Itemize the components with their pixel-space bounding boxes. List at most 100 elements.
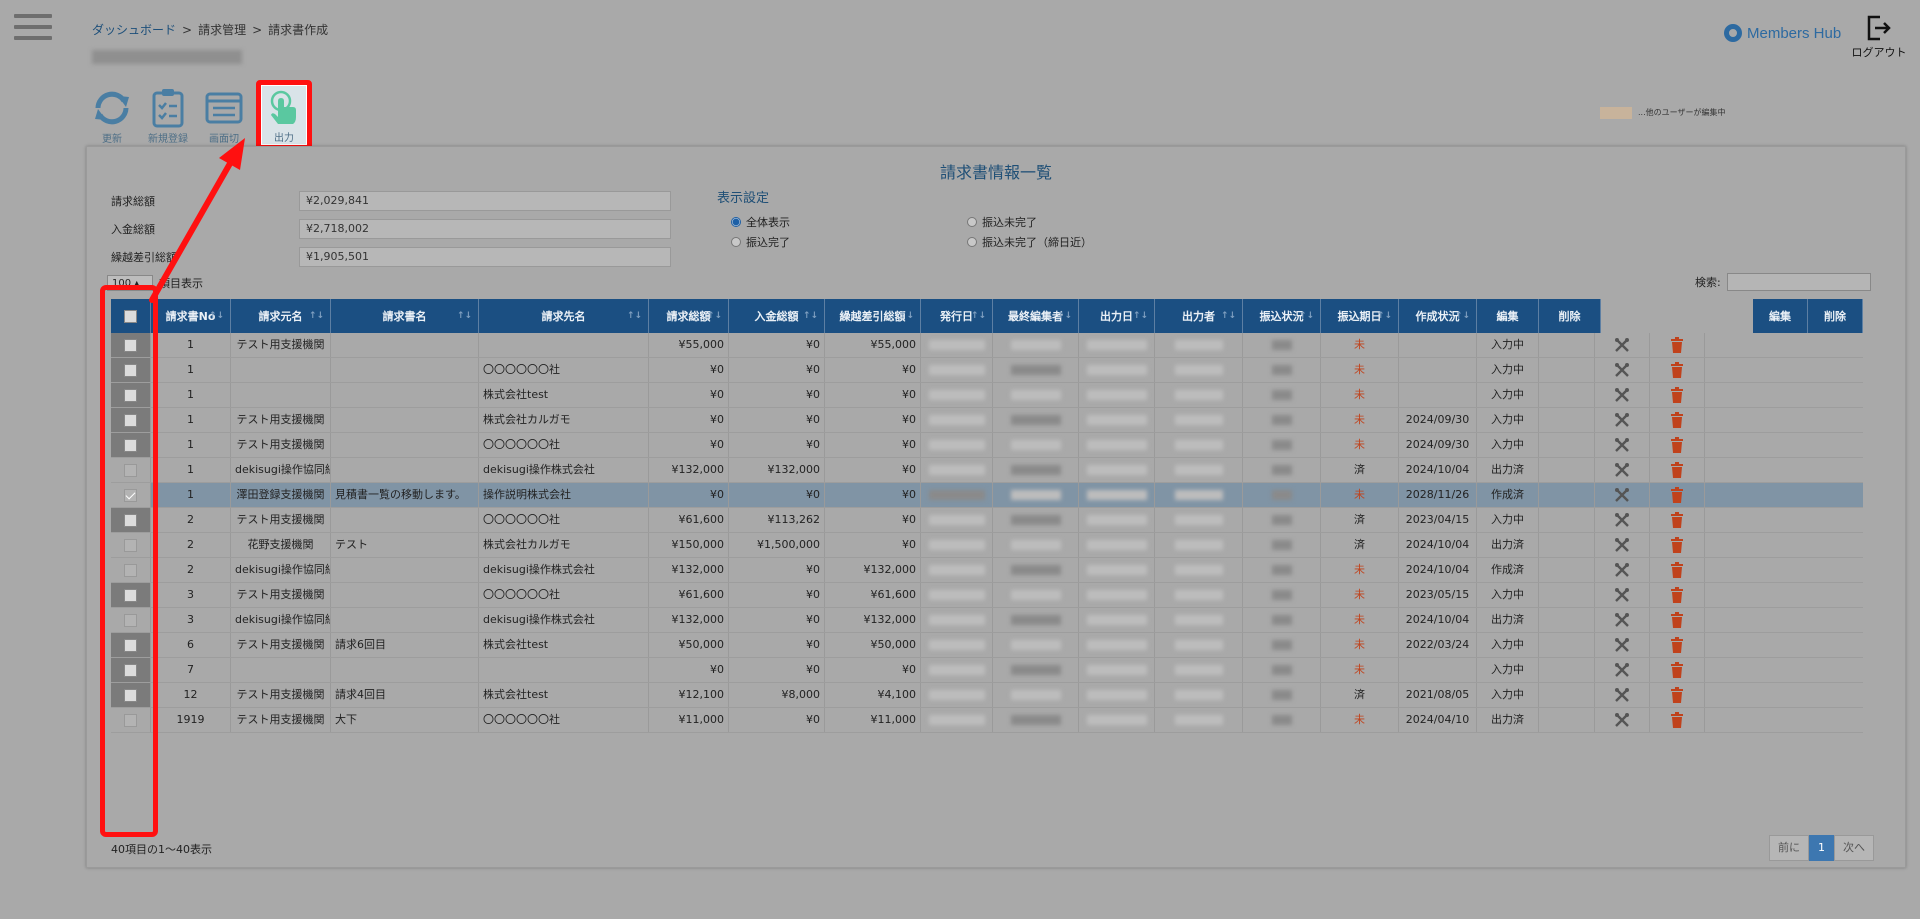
table-row[interactable]: 1 株式会社test ¥0 ¥0 ¥0 未入力中 [111,383,1863,408]
sort-arrows-icon[interactable]: ↑↓ [1377,311,1392,321]
sort-arrows-icon[interactable]: ↑↓ [1221,311,1236,321]
table-row[interactable]: 1 テスト用支援機関 ¥55,000 ¥0 ¥55,000 未 入力中 [111,333,1863,358]
delete-cell[interactable] [1650,683,1705,707]
edit-cell[interactable] [1595,383,1650,407]
delete-cell[interactable] [1650,508,1705,532]
edit-cell[interactable] [1595,558,1650,582]
delete-cell[interactable] [1650,558,1705,582]
column-header[interactable]: 最終編集者 ↑↓ [993,299,1079,333]
column-header[interactable]: 請求総額 ↑↓ [649,299,729,333]
delete-cell[interactable] [1650,533,1705,557]
sort-arrows-icon[interactable]: ↑↓ [1455,311,1470,321]
delete-cell[interactable] [1650,458,1705,482]
table-row[interactable]: 2dekisugi操作協同組合dekisugi操作株式会社¥132,000¥0¥… [111,558,1863,583]
delete-cell[interactable] [1650,383,1705,407]
column-header[interactable]: 出力者 ↑↓ [1155,299,1243,333]
column-header[interactable]: 発行日 ↑↓ [921,299,993,333]
delete-cell[interactable] [1650,708,1705,732]
edit-cell[interactable] [1595,708,1650,732]
edit-cell[interactable] [1595,433,1650,457]
breadcrumb-billing[interactable]: 請求管理 [198,23,246,37]
delete-cell[interactable] [1650,658,1705,682]
sort-arrows-icon[interactable]: ↑↓ [1299,311,1314,321]
creation-status: 入力中 [1477,508,1539,532]
column-header[interactable]: 出力日 ↑↓ [1079,299,1155,333]
sort-arrows-icon[interactable]: ↑↓ [803,311,818,321]
table-row[interactable]: 1 テスト用支援機関 〇〇〇〇〇〇社 ¥0 ¥0 ¥0 未 2024/09/30 入力中 [111,433,1863,458]
pagination-next[interactable]: 次へ [1834,835,1874,861]
edit-cell[interactable] [1595,358,1650,382]
column-header[interactable]: 入金総額 ↑↓ [729,299,825,333]
screen-switch-button[interactable]: 画面切 [196,84,252,148]
breadcrumb-dashboard[interactable]: ダッシュボード [92,23,176,37]
search-input[interactable] [1726,273,1871,291]
table-row[interactable]: 1dekisugi操作協同組合dekisugi操作株式会社¥132,000¥13… [111,458,1863,483]
delete-cell[interactable] [1650,333,1705,357]
sort-arrows-icon[interactable]: ↑↓ [627,311,642,321]
sort-arrows-icon[interactable]: ↑↓ [971,311,986,321]
output-button[interactable]: 出力 [256,80,312,150]
sort-arrows-icon[interactable]: ↑↓ [899,311,914,321]
delete-cell[interactable] [1650,483,1705,507]
edit-cell[interactable] [1595,408,1650,432]
edit-cell[interactable] [1595,483,1650,507]
delete-cell[interactable] [1650,633,1705,657]
delete-cell[interactable] [1650,433,1705,457]
table-row[interactable]: 1919 テスト用支援機関 大下 〇〇〇〇〇〇社 ¥11,000 ¥0 ¥11,000 未 20… [111,708,1863,733]
edit-cell[interactable] [1595,608,1650,632]
new-register-button[interactable]: 新規登録 [140,84,196,148]
edit-cell[interactable] [1595,533,1650,557]
column-header[interactable]: 請求元名 ↑↓ [231,299,331,333]
edit-cell[interactable] [1595,658,1650,682]
delete-cell[interactable] [1650,608,1705,632]
sort-arrows-icon[interactable]: ↑↓ [1057,311,1072,321]
blurred-cell [921,708,993,732]
table-row[interactable]: 1 澤田登録支援機関 見積書一覧の移動します。 操作説明株式会社 ¥0 ¥0 ¥0 未 2028… [111,483,1863,508]
paid-total: ¥0 [729,583,825,607]
edit-cell[interactable] [1595,508,1650,532]
table-row[interactable]: 1 〇〇〇〇〇〇社 ¥0 ¥0 ¥0 未入力中 [111,358,1863,383]
delete-cell[interactable] [1650,408,1705,432]
edit-cell[interactable] [1595,583,1650,607]
radio-label: 全体表示 [746,216,790,229]
column-header[interactable]: 請求書名 ↑↓ [331,299,479,333]
refresh-button[interactable]: 更新 [84,84,140,148]
sort-arrows-icon[interactable]: ↑↓ [309,311,324,321]
table-row[interactable]: 3dekisugi操作協同組合dekisugi操作株式会社¥132,000¥0¥… [111,608,1863,633]
transfer-status: 済 [1321,458,1399,482]
table-row[interactable]: 2 花野支援機関 テスト 株式会社カルガモ ¥150,000 ¥1,500,000 ¥0 済 2… [111,533,1863,558]
table-row[interactable]: 12 テスト用支援機関 請求4回目 株式会社test ¥12,100 ¥8,000 ¥4,1… [111,683,1863,708]
column-header[interactable]: 請求書No ↑↓ [151,299,231,333]
edit-cell[interactable] [1595,683,1650,707]
logo-text: Members Hub [1747,24,1842,42]
table-row[interactable]: 1 テスト用支援機関 株式会社カルガモ ¥0 ¥0 ¥0 未 2024/09/30 入力中 [111,408,1863,433]
column-header[interactable]: 振込期日 ↑↓ [1321,299,1399,333]
sort-arrows-icon[interactable]: ↑↓ [707,311,722,321]
column-header[interactable]: 繰越差引総額 ↑↓ [825,299,921,333]
edit-cell[interactable] [1595,458,1650,482]
radio-unpaid-near-deadline[interactable]: 振込未完了（締日近） [967,234,1167,250]
logout-button[interactable]: ログアウト [1846,14,1912,60]
sort-arrows-icon[interactable]: ↑↓ [457,311,472,321]
hamburger-menu-icon[interactable] [14,14,52,42]
column-header[interactable]: 請求先名 ↑↓ [479,299,649,333]
table-row[interactable]: 6 テスト用支援機関 請求6回目 株式会社test ¥50,000 ¥0 ¥50,000 未 2… [111,633,1863,658]
column-header[interactable]: 振込状況 ↑↓ [1243,299,1321,333]
toolbar: 更新 新規登録 画面切 出力 [84,80,312,150]
table-row[interactable]: 7 ¥0 ¥0 ¥0 未入力中 [111,658,1863,683]
column-header[interactable]: 作成状況 ↑↓ [1399,299,1477,333]
radio-all[interactable]: 全体表示 [731,214,967,230]
edit-cell[interactable] [1595,633,1650,657]
edit-cell[interactable] [1595,333,1650,357]
pagination-page-1[interactable]: 1 [1809,835,1834,861]
delete-cell[interactable] [1650,358,1705,382]
table-row[interactable]: 3 テスト用支援機関 〇〇〇〇〇〇社 ¥61,600 ¥0 ¥61,600 未 2023/05… [111,583,1863,608]
pagination-prev[interactable]: 前に [1769,835,1809,861]
sort-arrows-icon[interactable]: ↑↓ [1133,311,1148,321]
radio-unpaid[interactable]: 振込未完了 [967,214,1167,230]
delete-cell[interactable] [1650,583,1705,607]
radio-paid[interactable]: 振込完了 [731,234,967,250]
sort-arrows-icon[interactable]: ↑↓ [209,311,224,321]
table-row[interactable]: 2 テスト用支援機関 〇〇〇〇〇〇社 ¥61,600 ¥113,262 ¥0 済 2023/0… [111,508,1863,533]
paid-total: ¥0 [729,708,825,732]
